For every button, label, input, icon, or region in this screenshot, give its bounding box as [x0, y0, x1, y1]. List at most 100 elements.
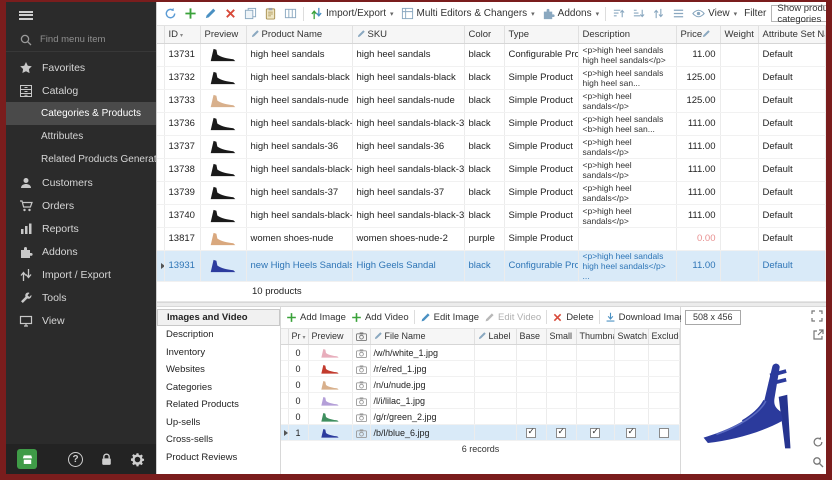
tab-websites[interactable]: Websites — [157, 361, 280, 379]
column-header-thumbnail[interactable]: Thumbna — [576, 329, 614, 345]
sidebar-item-categories-products[interactable]: Categories & Products — [6, 102, 156, 125]
import-export-menu[interactable]: Import/Export▾ — [307, 5, 397, 22]
edit-video-button[interactable]: Edit Video — [482, 310, 543, 325]
table-row[interactable]: 13739 high heel sandals-37 high heel san… — [157, 181, 826, 204]
multi-editors-menu[interactable]: Multi Editors & Changers▾ — [398, 5, 538, 22]
sidebar-item-import-export[interactable]: Import / Export — [6, 263, 156, 286]
swatch-checkbox[interactable] — [626, 428, 636, 438]
images-tbody: 0 /w/h/white_1.jpg 0 /r/e/red_1.jpg 0 /n… — [281, 345, 680, 441]
table-row[interactable]: 13731 high heel sandals high heel sandal… — [157, 43, 826, 66]
column-header-id[interactable]: ID▾ — [164, 26, 200, 43]
table-row[interactable]: 13733 high heel sandals-nude high heel s… — [157, 89, 826, 112]
tab-categories[interactable]: Categories — [157, 379, 280, 397]
sidebar-item-catalog[interactable]: Catalog — [6, 79, 156, 102]
add-image-button[interactable]: Add Image — [284, 310, 348, 325]
category-filter-select[interactable]: Show products from selected categories▾ — [771, 5, 826, 22]
column-header-sku[interactable]: SKU — [352, 26, 464, 43]
copy-button[interactable] — [241, 5, 260, 22]
sidebar-item-addons[interactable]: Addons — [6, 240, 156, 263]
column-header-color[interactable]: Color — [464, 26, 504, 43]
columns-button[interactable] — [281, 5, 300, 22]
table-row[interactable]: 13931 new High Heels Sandals High Geels … — [157, 250, 826, 281]
column-header-weight[interactable]: Weight — [720, 26, 758, 43]
exclude-checkbox[interactable] — [659, 428, 669, 438]
sidebar-item-favorites[interactable]: Favorites — [6, 56, 156, 79]
hamburger-menu-button[interactable] — [6, 2, 156, 28]
image-row[interactable]: 0 /r/e/red_1.jpg — [281, 361, 680, 377]
table-row[interactable]: 13737 high heel sandals-36 high heel san… — [157, 135, 826, 158]
importexport-icon — [19, 268, 33, 282]
sidebar-item-reports[interactable]: Reports — [6, 217, 156, 240]
column-header-base[interactable]: Base — [516, 329, 546, 345]
column-header-preview[interactable]: Preview — [200, 26, 246, 43]
column-header-description[interactable]: Description — [578, 26, 676, 43]
plus-icon — [184, 7, 197, 20]
swap-button[interactable] — [649, 5, 668, 22]
column-header-small[interactable]: Small — [546, 329, 576, 345]
pencil-icon — [251, 29, 260, 38]
list-button[interactable] — [669, 5, 688, 22]
table-row[interactable]: 13738 high heel sandals-black-37 high he… — [157, 158, 826, 181]
tab-cross-sells[interactable]: Cross-sells — [157, 431, 280, 449]
thumbnail-checkbox[interactable] — [590, 428, 600, 438]
addons-menu[interactable]: Addons▾ — [539, 5, 602, 22]
tab-product-reviews[interactable]: Product Reviews — [157, 449, 280, 467]
tab-description[interactable]: Description — [157, 326, 280, 344]
edit-product-button[interactable] — [201, 5, 220, 22]
small-checkbox[interactable] — [556, 428, 566, 438]
sort-asc-button[interactable] — [609, 5, 628, 22]
column-header-price[interactable]: Price — [676, 26, 720, 43]
column-header-file-name[interactable]: File Name — [370, 329, 474, 345]
download-image-button[interactable]: Download Image — [603, 310, 692, 325]
image-size-field[interactable]: 508 x 456 — [685, 310, 741, 325]
image-row[interactable]: 0 /g/r/green_2.jpg — [281, 409, 680, 425]
tab-up-sells[interactable]: Up-sells — [157, 414, 280, 432]
column-header-attribute-set[interactable]: Attribute Set Name — [758, 26, 826, 43]
paste-button[interactable] — [261, 5, 280, 22]
image-row[interactable]: 0 /l/i/lilac_1.jpg — [281, 393, 680, 409]
gear-icon[interactable] — [130, 452, 145, 467]
column-header-label[interactable]: Label — [474, 329, 516, 345]
sidebar-item-tools[interactable]: Tools — [6, 286, 156, 309]
sidebar-item-related-products-generator[interactable]: Related Products Generator — [6, 148, 156, 171]
zoom-icon[interactable] — [812, 456, 824, 468]
tab-inventory[interactable]: Inventory — [157, 344, 280, 362]
column-header-camera[interactable] — [352, 329, 370, 345]
column-header-product-name[interactable]: Product Name — [246, 26, 352, 43]
table-row[interactable]: 13740 high heel sandals-black-38 high he… — [157, 204, 826, 227]
image-row[interactable]: 0 /w/h/white_1.jpg — [281, 345, 680, 361]
edit-image-button[interactable]: Edit Image — [418, 310, 481, 325]
tab-images-and-video[interactable]: Images and Video — [157, 309, 280, 327]
add-video-button[interactable]: Add Video — [349, 310, 411, 325]
store-manager-icon[interactable] — [17, 449, 37, 469]
sidebar-item-customers[interactable]: Customers — [6, 171, 156, 194]
lock-icon[interactable] — [99, 452, 114, 467]
sidebar-item-view[interactable]: View — [6, 309, 156, 332]
rotate-icon[interactable] — [812, 436, 824, 448]
sidebar-item-attributes[interactable]: Attributes — [6, 125, 156, 148]
image-thumb-icon — [319, 347, 341, 359]
table-row[interactable]: 13817 women shoes-nude women shoes-nude-… — [157, 227, 826, 250]
fit-screen-icon[interactable] — [811, 310, 823, 322]
column-header-exclude[interactable]: Exclude — [648, 329, 680, 345]
refresh-button[interactable] — [161, 5, 180, 22]
image-row[interactable]: 1 /b/l/blue_6.jpg — [281, 425, 680, 441]
tab-related-products[interactable]: Related Products — [157, 396, 280, 414]
sidebar-item-orders[interactable]: Orders — [6, 194, 156, 217]
delete-product-button[interactable] — [221, 5, 240, 22]
column-header-swatch[interactable]: Swatch — [614, 329, 648, 345]
base-checkbox[interactable] — [526, 428, 536, 438]
delete-image-button[interactable]: Delete — [550, 310, 595, 325]
column-header-type[interactable]: Type — [504, 26, 578, 43]
table-row[interactable]: 13736 high heel sandals-black-36 high he… — [157, 112, 826, 135]
help-icon[interactable]: ? — [68, 452, 83, 467]
search-input[interactable] — [40, 34, 140, 45]
column-header-image-preview[interactable]: Preview — [308, 329, 352, 345]
view-menu[interactable]: View▾ — [689, 5, 740, 22]
column-header-position[interactable]: Pr▾ — [288, 329, 308, 345]
add-product-button[interactable] — [181, 5, 200, 22]
sort-desc-button[interactable] — [629, 5, 648, 22]
table-row[interactable]: 13732 high heel sandals-black high heel … — [157, 66, 826, 89]
open-external-icon[interactable] — [812, 329, 824, 341]
image-row[interactable]: 0 /n/u/nude.jpg — [281, 377, 680, 393]
